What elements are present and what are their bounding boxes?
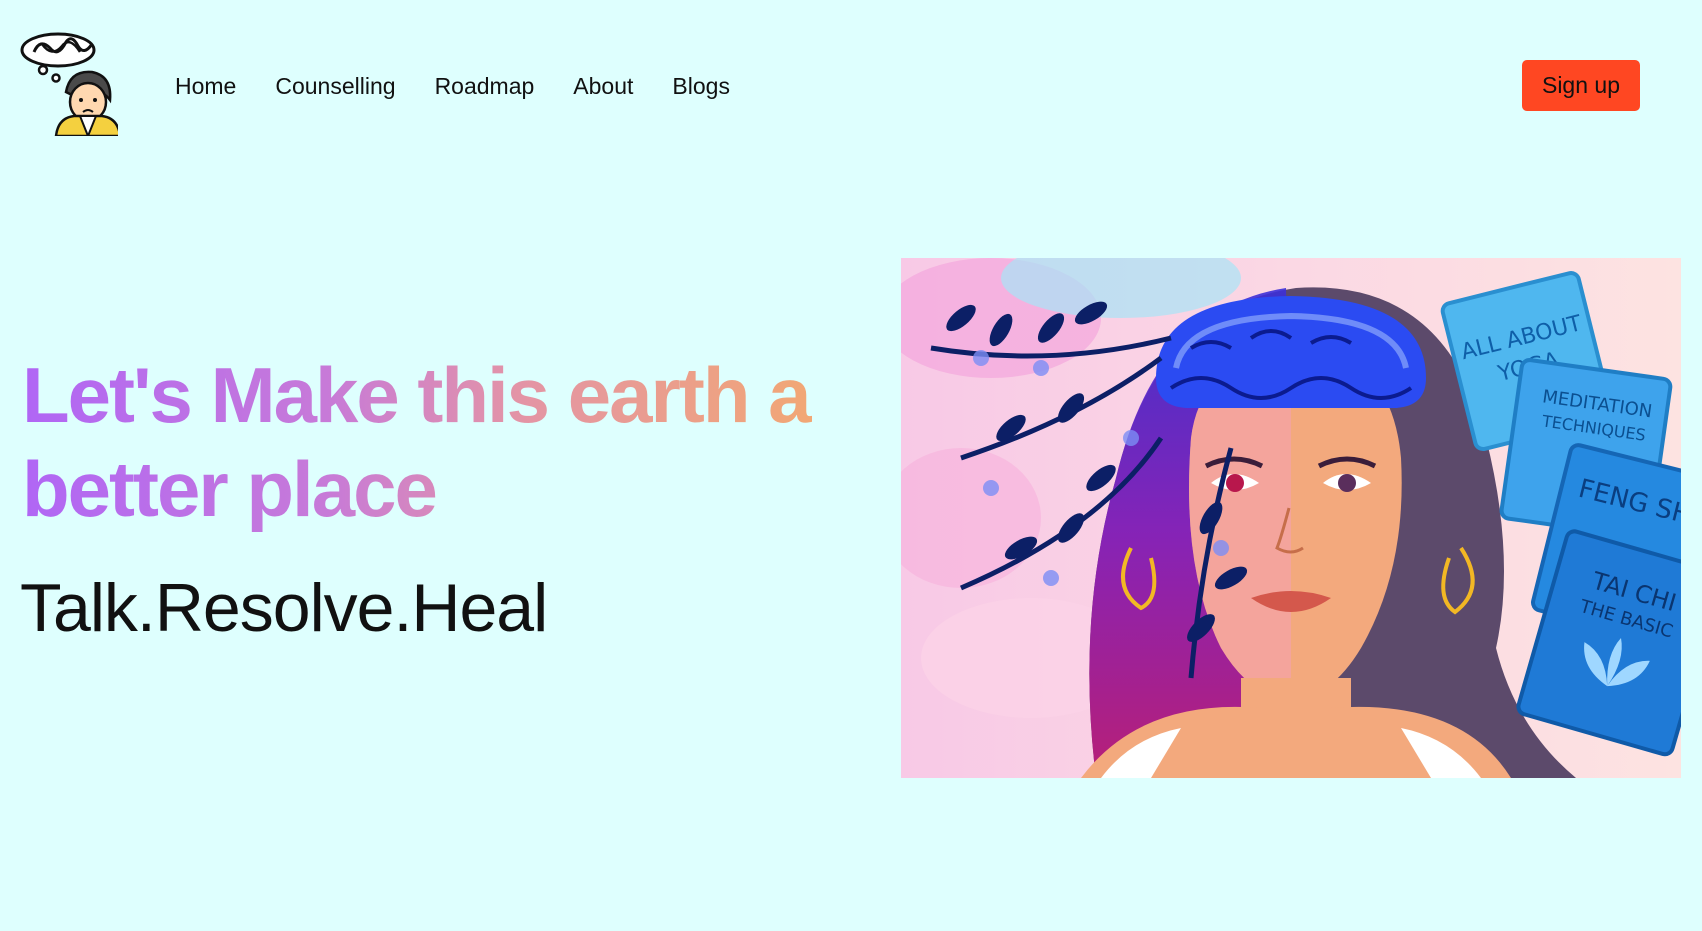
nav-link-home[interactable]: Home — [175, 70, 236, 102]
hero-title: Let's Make this earth a better place — [22, 348, 822, 536]
thinking-person-logo-icon[interactable] — [20, 30, 122, 139]
nav-link-roadmap[interactable]: Roadmap — [435, 70, 535, 102]
nav-link-counselling[interactable]: Counselling — [275, 70, 395, 102]
top-navbar: Home Counselling Roadmap About Blogs Sig… — [0, 0, 1702, 150]
signup-button[interactable]: Sign up — [1522, 60, 1640, 111]
mental-health-illustration: ALL ABOUT YOGA MEDITATION TECHNIQUES FEN… — [901, 258, 1681, 778]
nav-link-about[interactable]: About — [573, 70, 633, 102]
main-nav: Home Counselling Roadmap About Blogs — [175, 70, 769, 102]
hero-tagline: Talk.Resolve.Heal — [20, 570, 548, 646]
nav-link-blogs[interactable]: Blogs — [672, 70, 730, 102]
